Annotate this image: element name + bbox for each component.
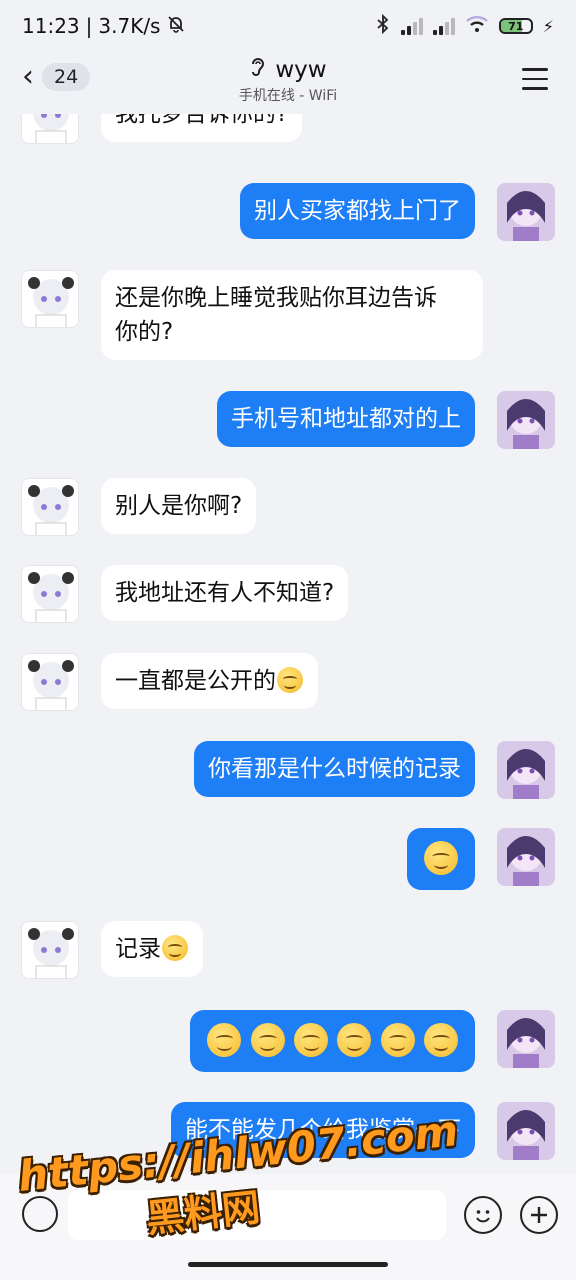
message-bubble[interactable]: 记录	[101, 921, 203, 977]
yum-emoji-icon	[250, 1023, 285, 1057]
contact-name: wyw	[275, 56, 327, 83]
status-net-speed: 3.7K/s	[98, 14, 161, 38]
online-status: 手机在线 - WiFi	[238, 88, 338, 104]
message-row: 我托梦告诉你的?	[0, 114, 576, 156]
battery-icon: 71	[498, 18, 533, 34]
charging-icon: ⚡	[542, 16, 554, 36]
yum-emoji-icon	[424, 841, 458, 875]
avatar-me[interactable]	[497, 183, 555, 241]
smiley-icon	[476, 1210, 490, 1223]
yum-emoji-icon	[380, 1023, 415, 1057]
yum-emoji-icon	[424, 1023, 458, 1057]
message-list[interactable]: 我托梦告诉你的? 别人买家都找上门了 还是你晚上睡觉我贴你耳边告诉 你的? 手机…	[0, 114, 576, 1174]
avatar-me[interactable]	[497, 1010, 555, 1068]
add-button[interactable]	[520, 1196, 558, 1234]
avatar-other[interactable]	[21, 653, 79, 711]
message-bubble[interactable]	[190, 1010, 475, 1072]
signal-icon-2	[432, 17, 455, 35]
plus-icon	[531, 1207, 547, 1223]
home-indicator[interactable]	[188, 1262, 388, 1267]
message-bubble[interactable]: 还是你晚上睡觉我贴你耳边告诉 你的?	[101, 270, 483, 360]
avatar-me[interactable]	[497, 828, 555, 886]
message-bubble[interactable]: 我地址还有人不知道?	[101, 565, 349, 621]
yum-emoji-icon	[162, 935, 188, 961]
avatar-other[interactable]	[21, 921, 79, 979]
avatar-other[interactable]	[21, 565, 79, 623]
voice-button[interactable]	[22, 1196, 58, 1232]
status-bar: 11:23 | 3.7K/s 71 ⚡	[22, 13, 554, 39]
yum-emoji-icon	[277, 667, 303, 693]
message-bubble[interactable]	[407, 828, 475, 890]
menu-button[interactable]	[522, 68, 548, 97]
message-bubble[interactable]: 你看那是什么时候的记录	[194, 741, 475, 797]
avatar-other[interactable]	[21, 270, 79, 328]
message-bubble[interactable]: 我托梦告诉你的?	[101, 114, 303, 142]
message-bubble[interactable]: 手机号和地址都对的上	[217, 391, 475, 447]
status-time: 11:23	[22, 14, 80, 38]
message-bubble[interactable]: 别人是你啊?	[101, 478, 257, 534]
message-bubble[interactable]: 一直都是公开的	[101, 653, 318, 709]
message-bubble[interactable]: 能不能发几个给我鉴赏一下	[171, 1102, 475, 1158]
battery-level: 71	[508, 19, 524, 33]
avatar-other[interactable]	[21, 114, 79, 144]
message-input[interactable]	[68, 1190, 446, 1240]
wifi-icon	[465, 14, 489, 38]
message-bubble[interactable]: 别人买家都找上门了	[240, 183, 475, 239]
bluetooth-icon	[375, 13, 391, 39]
yum-emoji-icon	[294, 1023, 329, 1057]
ear-icon	[249, 56, 267, 83]
avatar-other[interactable]	[21, 478, 79, 536]
avatar-me[interactable]	[497, 1102, 555, 1160]
chat-header: ‹ 24 wyw 手机在线 - WiFi	[0, 52, 576, 114]
emoji-button[interactable]	[464, 1196, 502, 1234]
yum-emoji-icon	[207, 1023, 242, 1057]
chat-title-area[interactable]: wyw 手机在线 - WiFi	[0, 56, 576, 105]
yum-emoji-icon	[337, 1023, 372, 1057]
signal-icon-1	[400, 17, 423, 35]
avatar-me[interactable]	[497, 391, 555, 449]
mute-bell-icon	[166, 14, 186, 39]
avatar-me[interactable]	[497, 741, 555, 799]
